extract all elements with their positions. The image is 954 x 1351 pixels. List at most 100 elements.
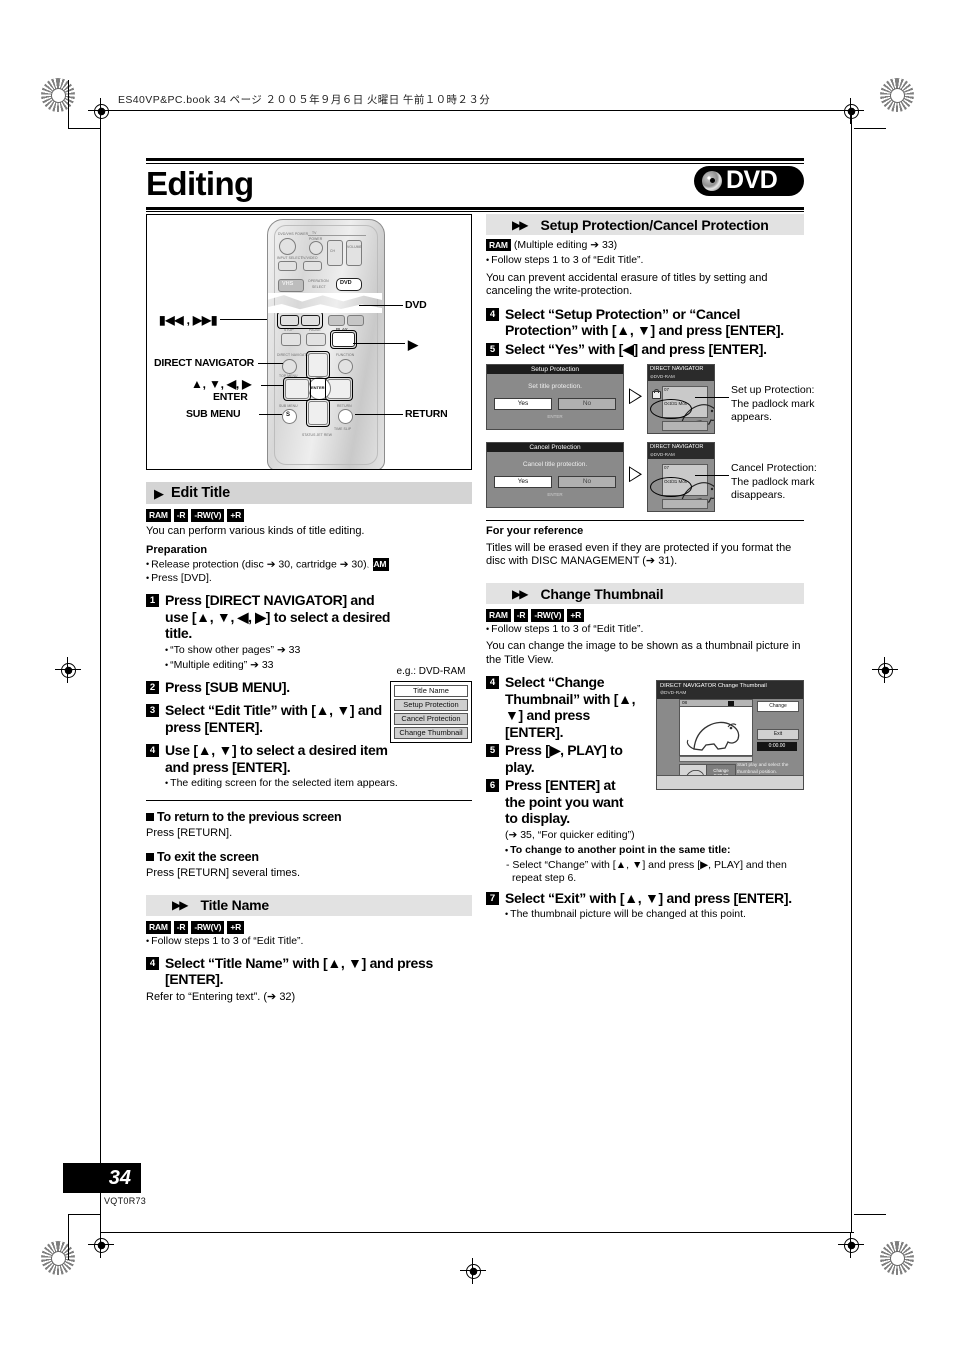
change-thumbnail-badges: RAM -R -RW(V) +R — [486, 609, 804, 623]
setup-protection-no-button[interactable]: No — [558, 398, 616, 411]
menu-item-change-thumbnail[interactable]: Change Thumbnail — [394, 727, 468, 740]
cp-nav-sub: ⊘DVD-RAM — [648, 452, 714, 460]
title-name-bullet: Follow steps 1 to 3 of “Edit Title”. — [146, 935, 472, 948]
remote-power-button[interactable] — [279, 238, 296, 255]
sp-step-text-5: Select “Yes” with [◀] and press [ENTER]. — [505, 340, 767, 357]
crop-line-inner-top-right — [854, 128, 886, 129]
right-column: ▶▶ Setup Protection/Cancel Protection RA… — [486, 214, 817, 921]
arrow-right-icon-2 — [629, 466, 642, 482]
ct-step-text-5: Press [▶, PLAY] to play. — [505, 742, 623, 775]
menu-item-setup-protection[interactable]: Setup Protection — [394, 699, 468, 712]
remote-tv-power-button[interactable] — [309, 241, 323, 255]
change-thumbnail-step-6: 6 Press [ENTER] at the point you want to… — [486, 777, 636, 827]
setup-protection-yes-button[interactable]: Yes — [494, 398, 552, 411]
crop-line-right — [851, 110, 852, 1232]
dvd-badge: DVD — [694, 165, 804, 196]
crop-crosshair-right — [872, 657, 898, 683]
ct-step6-bold-sub: To change to another point in the same t… — [505, 844, 804, 857]
edit-title-step4-sub: The editing screen for the selected item… — [165, 777, 472, 790]
callout-skip: ▮◀◀ , ▶▶▮ — [159, 313, 218, 327]
cancel-protection-yes-button[interactable]: Yes — [494, 476, 552, 489]
return-heading: To return to the previous screen — [146, 810, 472, 824]
badge-sp-ram: RAM — [486, 239, 511, 251]
ct-change-button[interactable]: Change — [757, 701, 799, 713]
setup-protection-yes-no: Yes No — [487, 398, 623, 411]
remote-enter-label: ENTER — [311, 385, 325, 390]
ct-step-text-7: Select “Exit” with [▲, ▼] and press [ENT… — [505, 889, 792, 906]
crop-line-bottom — [100, 1232, 854, 1233]
dinosaur-illustration-icon — [686, 722, 740, 751]
sp-step-text-4: Select “Setup Protection” or “Cancel Pro… — [505, 305, 784, 339]
divider-before-reference — [486, 520, 804, 522]
remote-direct-navigator-button[interactable] — [282, 359, 297, 374]
remote-ff-button[interactable] — [347, 315, 364, 326]
setup-protection-bullet: Follow steps 1 to 3 of “Edit Title”. — [486, 254, 804, 267]
sp-nav-row-2 — [662, 421, 708, 432]
ct-step-number-4: 4 — [486, 676, 499, 690]
remote-input-select-button[interactable] — [278, 261, 297, 271]
remote-label-power: DVD/VHS POWER — [278, 232, 309, 236]
setup-protection-step-5: 5 Select “Yes” with [◀] and press [ENTER… — [486, 341, 804, 358]
remote-tv-video-button[interactable] — [303, 261, 322, 271]
divider-after-steps — [146, 800, 472, 802]
badge-minus-rw-v: -RW(V) — [191, 509, 225, 522]
step-text-3: Select “Edit Title” with [▲, ▼] and pres… — [165, 702, 382, 735]
setup-protection-figure-row: Setup Protection Set title protection. Y… — [486, 364, 814, 435]
ct-step6-ref: (➔ 35, “For quicker editing”) — [505, 828, 635, 841]
edit-title-step-2: 2 Press [SUB MENU]. — [146, 679, 376, 696]
remote-function-button[interactable] — [338, 359, 353, 374]
menu-item-title-name[interactable]: Title Name — [394, 685, 468, 698]
setup-protection-dialog-title: Setup Protection — [487, 365, 623, 375]
title-name-step-number: 4 — [146, 956, 159, 970]
setup-protection-dialog-message: Set title protection. — [528, 383, 582, 391]
cp-cell-text: Oct/31 Mon — [664, 479, 688, 485]
cp-nav-row-2 — [662, 499, 708, 510]
step-text-2: Press [SUB MENU]. — [165, 678, 290, 695]
remote-stop-button[interactable] — [281, 333, 301, 346]
title-name-step-text: Select “Title Name” with [▲, ▼] and pres… — [165, 954, 434, 988]
crop-line-vert-bottom-left — [68, 1214, 69, 1260]
section-setup-protection-heading: Setup Protection/Cancel Protection — [540, 216, 769, 233]
menu-item-cancel-protection[interactable]: Cancel Protection — [394, 713, 468, 726]
cancel-protection-dialog-title: Cancel Protection — [487, 443, 623, 453]
leader-cursor — [261, 385, 283, 387]
setup-protection-note: Set up Protection: The padlock mark appe… — [731, 384, 815, 424]
sp-thumb-number: 07 — [664, 387, 670, 393]
title-name-refer: Refer to “Entering text”. (➔ 32) — [146, 990, 296, 1003]
title-rule-top — [146, 158, 804, 161]
cancel-protection-dialog-message: Cancel title protection. — [522, 461, 588, 469]
ct-step-text-4: Select “Change Thumbnail” with [▲, ▼] an… — [505, 674, 636, 740]
leader-skip — [220, 319, 267, 321]
callout-return: RETURN — [405, 408, 448, 420]
ct-step-text-6: Press [ENTER] at the point you want to d… — [505, 777, 624, 827]
ct-chapter-number: 08 — [682, 700, 688, 706]
remote-rew-button[interactable] — [328, 315, 345, 326]
cp-thumb-number: 07 — [664, 465, 670, 471]
ct-step-number-6: 6 — [486, 779, 499, 793]
section-title-name-bar: ▶▶ Title Name — [146, 894, 472, 916]
setup-protection-note-leader — [695, 397, 729, 399]
section-arrow-icon: ▶ — [154, 485, 164, 501]
reference-text: Titles will be erased even if they are p… — [486, 541, 792, 568]
remote-label-time-slip: TIME SLIP — [334, 427, 352, 431]
setup-protection-nav-screen: DIRECT NAVIGATOR ⊘DVD-RAM 07 Oct/31 Mon — [647, 364, 715, 435]
ct-exit-button[interactable]: Exit — [757, 729, 799, 741]
manual-page: ES40VP&PC.book 34 ページ ２００５年９月６日 火曜日 午前１０… — [0, 0, 954, 1351]
page-title-block: Editing DVD — [146, 158, 804, 212]
remote-label-sub-menu: SUB MENU — [279, 404, 298, 408]
left-column: DVD/VHS POWER TV POWER CH VOLUME INPUT S… — [146, 214, 472, 1004]
cancel-protection-enter-hint: ENTER — [547, 492, 563, 498]
ct-screen-sub: ⊘DVD-RAM — [657, 690, 803, 700]
step-number-2: 2 — [146, 680, 159, 694]
remote-mute-button[interactable] — [327, 240, 343, 266]
cancel-protection-no-button[interactable]: No — [558, 476, 616, 489]
highlight-skip-buttons — [277, 311, 323, 329]
dvd-badge-label: DVD — [726, 166, 778, 194]
exit-text: Press [RETURN] several times. — [146, 867, 301, 880]
remote-pause-button[interactable] — [306, 333, 326, 346]
edit-title-badges: RAM -R -RW(V) +R — [146, 509, 472, 522]
remote-return-button[interactable] — [338, 409, 353, 424]
crop-line-inner-top — [68, 128, 100, 129]
remote-body: DVD/VHS POWER TV POWER CH VOLUME INPUT S… — [267, 219, 385, 469]
remote-volume-button[interactable] — [346, 240, 362, 266]
